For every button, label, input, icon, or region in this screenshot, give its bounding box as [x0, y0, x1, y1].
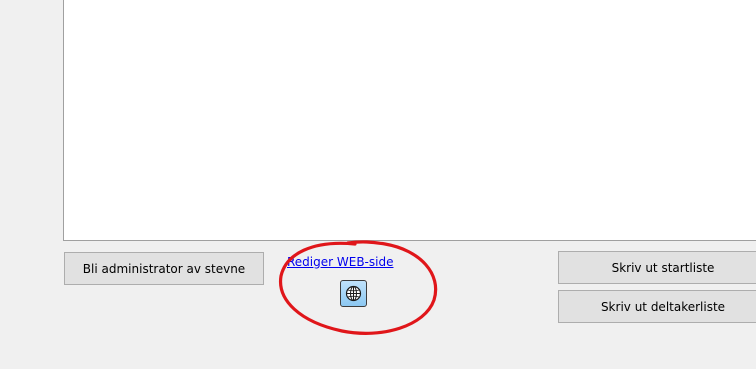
print-start-list-button[interactable]: Skriv ut startliste [558, 251, 756, 284]
window-content: Bli administrator av stevne Rediger WEB-… [0, 0, 756, 369]
globe-icon [345, 285, 362, 302]
edit-web-page-link[interactable]: Rediger WEB-side [287, 255, 393, 269]
print-participant-list-button[interactable]: Skriv ut deltakerliste [558, 290, 756, 323]
become-admin-button-label: Bli administrator av stevne [82, 261, 246, 276]
list-panel[interactable] [63, 0, 756, 241]
print-participant-list-button-label: Skriv ut deltakerliste [600, 299, 726, 314]
edit-web-page-button[interactable] [340, 280, 367, 307]
print-start-list-button-label: Skriv ut startliste [611, 260, 715, 275]
become-admin-button[interactable]: Bli administrator av stevne [64, 252, 264, 285]
